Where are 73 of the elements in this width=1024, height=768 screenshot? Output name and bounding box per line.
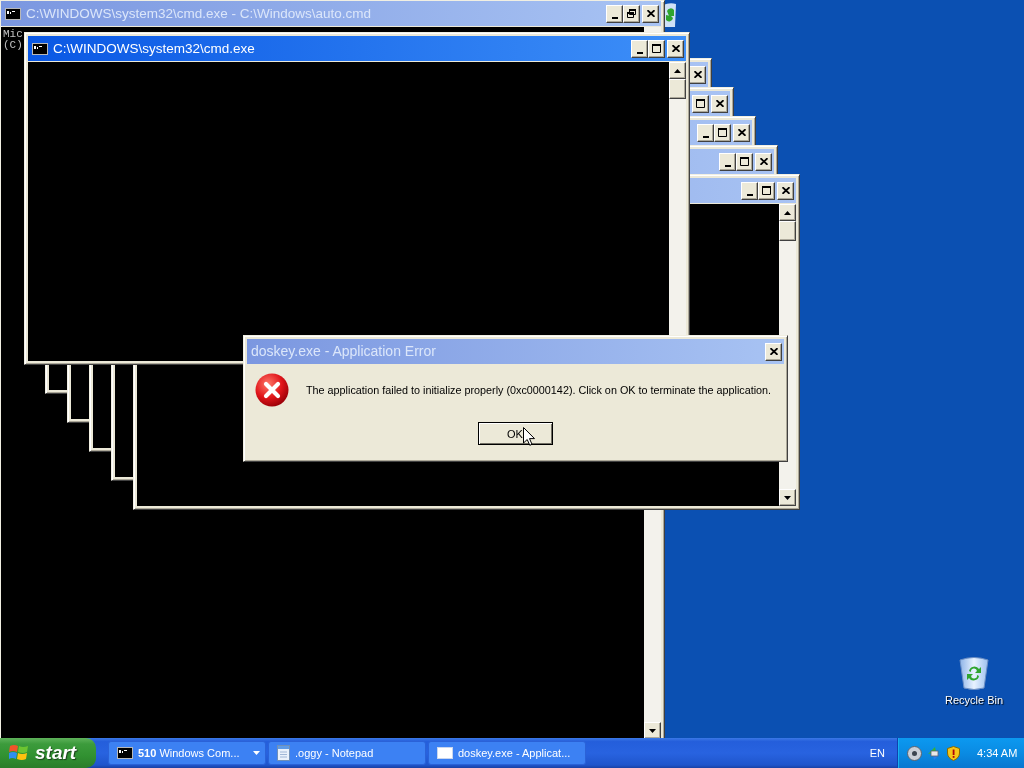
down-arrow-icon	[649, 728, 656, 733]
scrollbar-thumb[interactable]	[779, 221, 796, 241]
maximize-button[interactable]	[648, 39, 665, 58]
scroll-down-button[interactable]	[779, 489, 796, 506]
taskbar-button[interactable]: 510 Windows Com...	[108, 741, 266, 765]
close-button[interactable]	[733, 123, 750, 142]
cursor-icon	[523, 427, 535, 446]
minimize-icon	[636, 51, 643, 54]
maximize-icon	[762, 186, 771, 195]
start-button[interactable]: start	[0, 738, 96, 768]
maximize-icon	[696, 99, 705, 108]
close-icon	[781, 187, 790, 194]
taskbar-clock: 4:34 AM	[977, 747, 1018, 759]
ok-button[interactable]: OK	[478, 422, 553, 445]
console-text: Mic	[3, 29, 23, 40]
window-icon	[437, 747, 453, 759]
close-button[interactable]	[755, 152, 772, 171]
taskbar-button[interactable]: .oggy - Notepad	[268, 741, 426, 765]
minimize-button[interactable]	[719, 152, 736, 171]
close-icon	[737, 129, 746, 136]
desktop-icon-label[interactable]: Recycle Bin	[944, 694, 1004, 706]
minimize-icon	[611, 16, 618, 19]
close-button[interactable]	[777, 181, 794, 200]
maximize-button[interactable]	[692, 94, 709, 113]
maximize-button[interactable]	[758, 181, 775, 200]
error-message: The application failed to initialize properly (0xc0000142). Click on OK to terminate the application.	[306, 384, 772, 396]
console-icon	[32, 42, 48, 55]
scroll-up-button[interactable]	[779, 204, 796, 221]
down-arrow-icon	[784, 495, 791, 500]
close-button[interactable]	[642, 4, 659, 23]
shield-icon[interactable]	[947, 745, 960, 761]
minimize-button[interactable]	[697, 123, 714, 142]
taskbar-button[interactable]: doskey.exe - Applicat...	[428, 741, 586, 765]
console-icon	[5, 7, 21, 20]
close-icon	[715, 100, 724, 107]
trash-bin-icon[interactable]	[959, 656, 989, 690]
error-icon	[255, 373, 289, 407]
console-text: (C)	[3, 40, 23, 51]
maximize-icon	[718, 128, 727, 137]
scrollbar-thumb[interactable]	[669, 79, 686, 99]
minimize-button[interactable]	[606, 4, 623, 23]
up-arrow-icon	[674, 68, 681, 73]
language-indicator[interactable]: EN	[869, 747, 885, 759]
maximize-icon	[652, 44, 661, 53]
arrows-icon[interactable]	[927, 745, 942, 761]
scroll-down-button[interactable]	[644, 722, 661, 738]
close-icon	[759, 158, 768, 165]
window-title: doskey.exe - Application Error	[251, 343, 436, 360]
close-icon	[671, 45, 680, 52]
close-button[interactable]	[765, 342, 782, 361]
disc-icon[interactable]	[907, 745, 922, 761]
close-icon	[693, 71, 702, 78]
maximize-button[interactable]	[714, 123, 731, 142]
up-arrow-icon	[784, 210, 791, 215]
close-button[interactable]	[711, 94, 728, 113]
minimize-button[interactable]	[741, 181, 758, 200]
minimize-icon	[746, 193, 753, 196]
window-title: C:\WINDOWS\system32\cmd.exe	[53, 40, 255, 57]
maximize-icon	[740, 157, 749, 166]
scroll-up-button[interactable]	[669, 62, 686, 79]
minimize-button[interactable]	[631, 39, 648, 58]
notepad-icon	[277, 745, 290, 761]
close-button[interactable]	[667, 39, 684, 58]
window-title: C:\WINDOWS\system32\cmd.exe - C:\Windows\auto.cmd	[26, 5, 372, 22]
close-icon	[646, 10, 655, 17]
restore-button[interactable]	[623, 4, 640, 23]
console-icon	[117, 747, 133, 759]
close-icon	[769, 348, 778, 355]
minimize-icon	[702, 135, 709, 138]
minimize-icon	[724, 164, 731, 167]
maximize-button[interactable]	[736, 152, 753, 171]
restore-icon	[627, 9, 636, 18]
flag-icon	[9, 744, 29, 762]
